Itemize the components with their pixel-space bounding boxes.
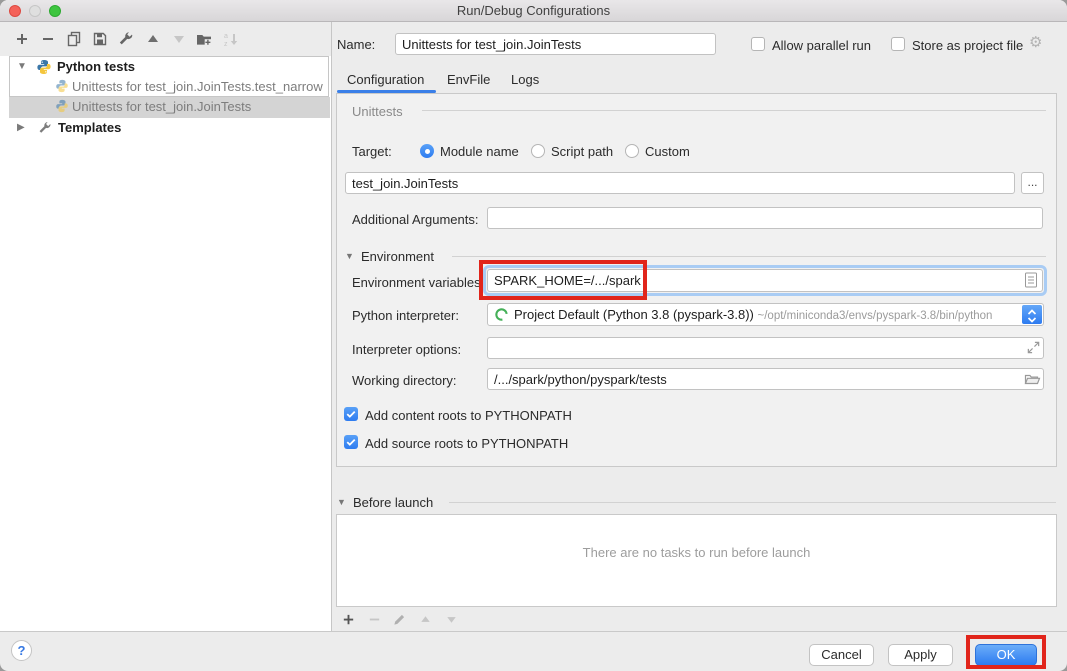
tree-item-python-tests[interactable]: ▼ Python tests: [0, 57, 332, 77]
env-variables-annotation-box: [479, 260, 647, 300]
before-launch-task-list[interactable]: There are no tasks to run before launch: [336, 514, 1057, 607]
tab-configuration[interactable]: Configuration: [347, 72, 424, 87]
radio-script-path-label: Script path: [551, 144, 613, 159]
folder-icon[interactable]: [1024, 371, 1041, 389]
apply-button[interactable]: Apply: [888, 644, 953, 666]
gear-icon[interactable]: ⚙: [1029, 33, 1042, 51]
tree-item-label: Unittests for test_join.JoinTests.test_n…: [72, 77, 323, 97]
svg-text:a: a: [224, 33, 228, 40]
window-title: Run/Debug Configurations: [0, 0, 1067, 21]
before-launch-empty-text: There are no tasks to run before launch: [337, 545, 1056, 560]
allow-parallel-run-checkbox[interactable]: [751, 37, 765, 51]
radio-module-name[interactable]: [420, 144, 434, 158]
python-test-icon: [55, 99, 69, 118]
before-launch-title: Before launch: [353, 495, 433, 510]
remove-configuration-icon[interactable]: [40, 31, 56, 47]
environment-separator: [452, 256, 1046, 257]
expanded-triangle-icon[interactable]: ▼: [17, 57, 29, 77]
interpreter-options-label: Interpreter options:: [352, 342, 461, 357]
env-list-icon[interactable]: [1024, 272, 1038, 291]
before-launch-collapse-icon[interactable]: ▼: [337, 497, 346, 507]
allow-parallel-run-label: Allow parallel run: [772, 38, 871, 53]
unittests-group-title: Unittests: [352, 104, 403, 119]
edit-task-icon[interactable]: [392, 612, 407, 627]
collapsed-triangle-icon[interactable]: ▶: [17, 118, 29, 138]
tree-item-label: Templates: [58, 118, 121, 138]
configurations-sidebar: az ▼ Python tests Unittests for test_joi…: [0, 22, 332, 631]
additional-arguments-label: Additional Arguments:: [352, 212, 478, 227]
python-interpreter-select[interactable]: Project Default (Python 3.8 (pyspark-3.8…: [487, 303, 1044, 326]
target-label: Target:: [352, 144, 392, 159]
python-interpreter-path: ~/opt/miniconda3/envs/pyspark-3.8/bin/py…: [758, 310, 993, 322]
tree-item-unittest-jointests-selected[interactable]: Unittests for test_join.JoinTests: [9, 97, 330, 118]
add-source-roots-checkbox[interactable]: [344, 435, 358, 449]
tree-item-unittest-narrow[interactable]: Unittests for test_join.JoinTests.test_n…: [0, 77, 332, 97]
add-content-roots-checkbox[interactable]: [344, 407, 358, 421]
edit-templates-icon[interactable]: [118, 31, 134, 47]
wrench-icon: [38, 121, 52, 138]
expand-field-icon[interactable]: [1026, 340, 1041, 358]
store-as-project-file-label: Store as project file: [912, 38, 1023, 53]
python-interpreter-value: Project Default (Python 3.8 (pyspark-3.8…: [514, 307, 754, 322]
add-source-roots-label: Add source roots to PYTHONPATH: [365, 436, 568, 451]
name-input[interactable]: [395, 33, 716, 55]
titlebar: Run/Debug Configurations: [0, 0, 1067, 22]
move-down-icon[interactable]: [171, 31, 187, 47]
browse-button[interactable]: ...: [1021, 172, 1044, 194]
environment-variables-label: Environment variables:: [352, 275, 484, 290]
help-button[interactable]: ?: [11, 640, 32, 661]
add-configuration-icon[interactable]: [14, 31, 30, 47]
name-label: Name:: [337, 37, 375, 52]
radio-custom-label: Custom: [645, 144, 690, 159]
python-icon: [36, 59, 52, 77]
module-name-input[interactable]: [345, 172, 1015, 194]
conda-env-icon: [494, 307, 509, 325]
interpreter-options-input[interactable]: [487, 337, 1044, 359]
tab-envfile[interactable]: EnvFile: [447, 72, 490, 87]
radio-custom[interactable]: [625, 144, 639, 158]
combo-stepper-icon[interactable]: [1022, 305, 1042, 324]
save-configuration-icon[interactable]: [92, 31, 108, 47]
footer-separator: [0, 631, 1067, 632]
working-directory-label: Working directory:: [352, 373, 457, 388]
remove-task-icon[interactable]: [367, 612, 382, 627]
move-task-down-icon[interactable]: [444, 612, 459, 627]
cancel-button[interactable]: Cancel: [809, 644, 874, 666]
move-task-up-icon[interactable]: [418, 612, 433, 627]
tree-item-label: Unittests for test_join.JoinTests: [72, 97, 251, 117]
sidebar-toolbar: az: [0, 22, 331, 56]
tree-item-label: Python tests: [57, 57, 135, 77]
tree-item-templates[interactable]: ▶ Templates: [0, 118, 332, 138]
run-debug-configurations-dialog: Run/Debug Configurations az: [0, 0, 1067, 671]
copy-configuration-icon[interactable]: [66, 31, 82, 47]
additional-arguments-input[interactable]: [487, 207, 1043, 229]
new-folder-icon[interactable]: [196, 31, 212, 47]
environment-collapse-icon[interactable]: ▼: [345, 251, 354, 261]
python-test-icon: [55, 79, 69, 97]
store-as-project-file-checkbox[interactable]: [891, 37, 905, 51]
before-launch-separator: [449, 502, 1056, 503]
python-interpreter-label: Python interpreter:: [352, 308, 459, 323]
add-content-roots-label: Add content roots to PYTHONPATH: [365, 408, 572, 423]
move-up-icon[interactable]: [145, 31, 161, 47]
radio-script-path[interactable]: [531, 144, 545, 158]
radio-module-name-label: Module name: [440, 144, 519, 159]
svg-text:z: z: [224, 41, 228, 47]
add-task-icon[interactable]: [341, 612, 356, 627]
working-directory-input[interactable]: [487, 368, 1044, 390]
sort-alphabetically-icon[interactable]: az: [223, 31, 239, 47]
group-separator: [422, 110, 1046, 111]
tab-logs[interactable]: Logs: [511, 72, 539, 87]
environment-section-title: Environment: [361, 249, 434, 264]
ok-button-annotation-box: [966, 635, 1046, 669]
